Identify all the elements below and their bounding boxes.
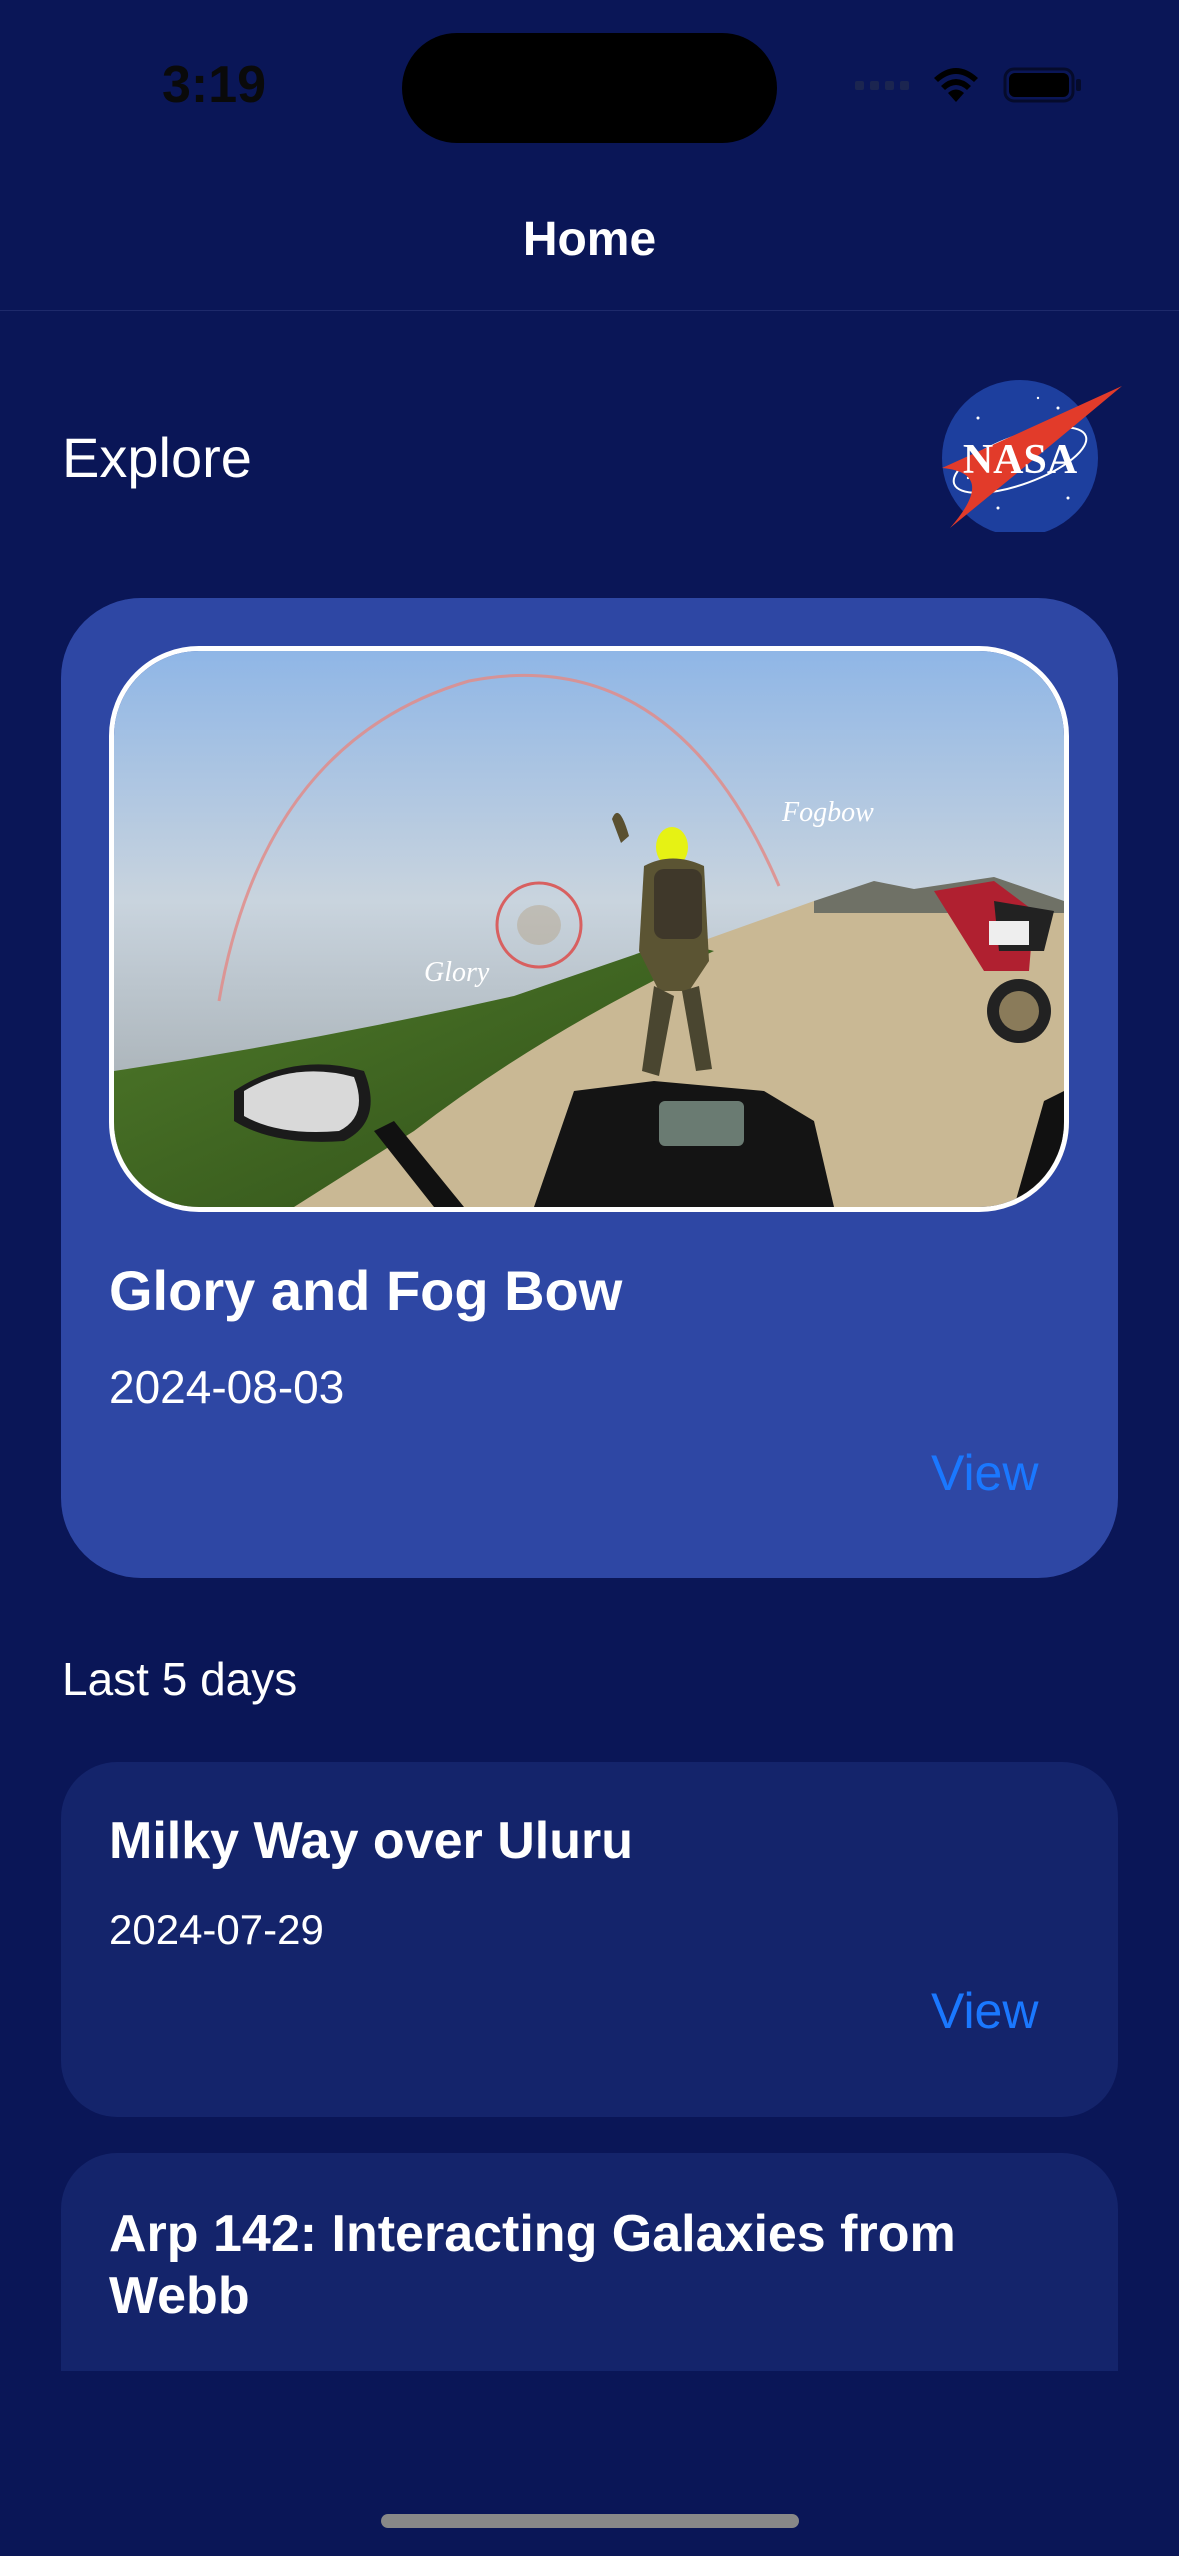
- status-bar: 3:19: [0, 0, 1179, 180]
- dynamic-island: [402, 33, 777, 143]
- navigation-bar: Home: [0, 180, 1179, 311]
- glory-label: Glory: [424, 957, 490, 988]
- battery-icon: [1003, 67, 1081, 103]
- featured-image: Glory Fogbow: [109, 646, 1069, 1212]
- fogbow-label: Fogbow: [781, 797, 874, 828]
- list-item-title: Arp 142: Interacting Galaxies from Webb: [109, 2205, 956, 2325]
- nasa-logo-text: NASA: [963, 437, 1078, 483]
- home-indicator[interactable]: [381, 2514, 799, 2528]
- featured-view-button[interactable]: View: [931, 1444, 1038, 1502]
- list-item[interactable]: Arp 142: Interacting Galaxies from Webb: [61, 2153, 1118, 2371]
- nasa-logo: NASA: [942, 380, 1122, 532]
- cellular-signal-icon: [855, 80, 909, 90]
- status-icons: [855, 66, 1083, 104]
- list-item-view-button[interactable]: View: [931, 1982, 1038, 2040]
- list-item-date: 2024-07-29: [109, 1906, 324, 1953]
- page-title: Home: [522, 213, 657, 266]
- featured-card[interactable]: Glory Fogbow Glory and Fog Bow 2024-08-0…: [61, 598, 1118, 1578]
- featured-title: Glory and Fog Bow: [109, 1259, 623, 1322]
- status-time: 3:19: [162, 56, 267, 114]
- list-item[interactable]: Milky Way over Uluru 2024-07-29 View: [61, 1762, 1118, 2117]
- featured-date: 2024-08-03: [109, 1361, 345, 1413]
- recent-section-label: Last 5 days: [62, 1653, 298, 1705]
- wifi-icon: [934, 68, 978, 102]
- explore-heading: Explore: [62, 426, 252, 489]
- list-item-title: Milky Way over Uluru: [109, 1812, 633, 1870]
